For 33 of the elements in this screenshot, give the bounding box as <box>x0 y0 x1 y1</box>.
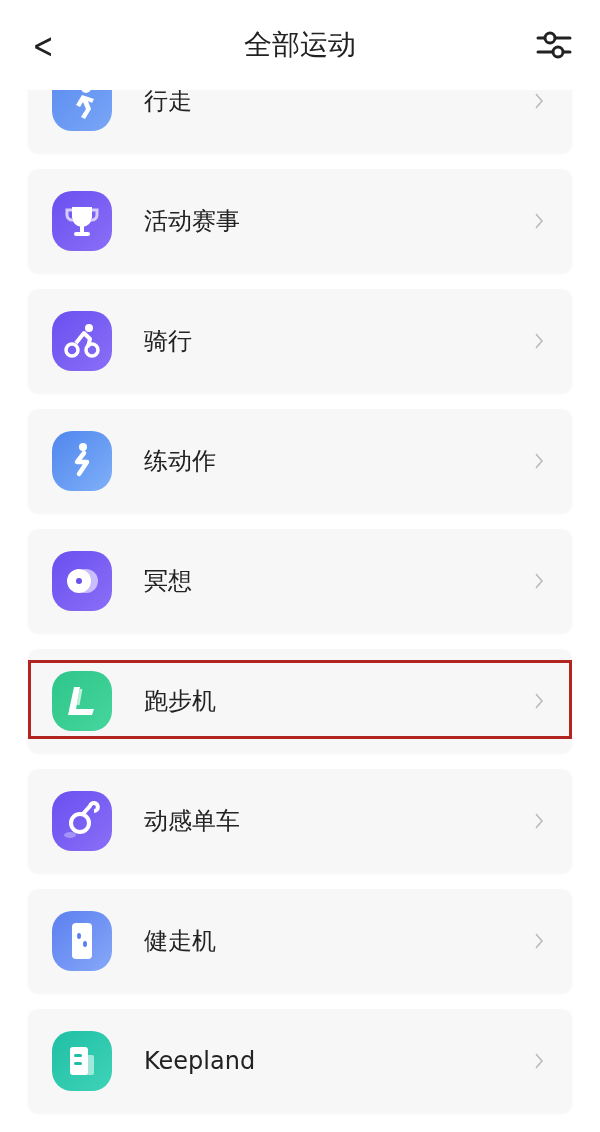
activity-label: 行走 <box>144 90 193 117</box>
activity-item[interactable]: 冥想 <box>28 529 572 633</box>
filter-settings-icon[interactable] <box>536 29 572 61</box>
chevron-right-icon <box>534 572 544 590</box>
chevron-right-icon <box>534 692 544 710</box>
document-icon <box>52 1031 112 1091</box>
trophy-icon <box>52 191 112 251</box>
chevron-right-icon <box>534 1052 544 1070</box>
activity-item[interactable]: Keepland <box>28 1009 572 1113</box>
chevron-right-icon <box>534 212 544 230</box>
activity-item[interactable]: 行走 <box>28 90 572 153</box>
activity-item[interactable]: 健走机 <box>28 889 572 993</box>
activity-label: 冥想 <box>144 566 193 597</box>
activity-item[interactable]: 跑步机 <box>28 649 572 753</box>
chevron-right-icon <box>534 452 544 470</box>
activity-label: 动感单车 <box>144 806 241 837</box>
cyclist-icon <box>52 311 112 371</box>
back-button[interactable]: < <box>32 24 54 66</box>
activity-item[interactable]: 活动赛事 <box>28 169 572 273</box>
chevron-right-icon <box>534 932 544 950</box>
page-title: 全部运动 <box>244 27 356 63</box>
chevron-right-icon <box>534 92 544 110</box>
activity-item[interactable]: 骑行 <box>28 289 572 393</box>
activity-label: 跑步机 <box>144 686 217 717</box>
chevron-right-icon <box>534 812 544 830</box>
chevron-right-icon <box>534 332 544 350</box>
activity-item[interactable]: 动感单车 <box>28 769 572 873</box>
activity-label: 活动赛事 <box>144 206 241 237</box>
activity-item[interactable]: 练动作 <box>28 409 572 513</box>
activity-label: Keepland <box>144 1047 257 1075</box>
activity-label: 健走机 <box>144 926 217 957</box>
activity-label: 练动作 <box>144 446 217 477</box>
activity-label: 骑行 <box>144 326 193 357</box>
